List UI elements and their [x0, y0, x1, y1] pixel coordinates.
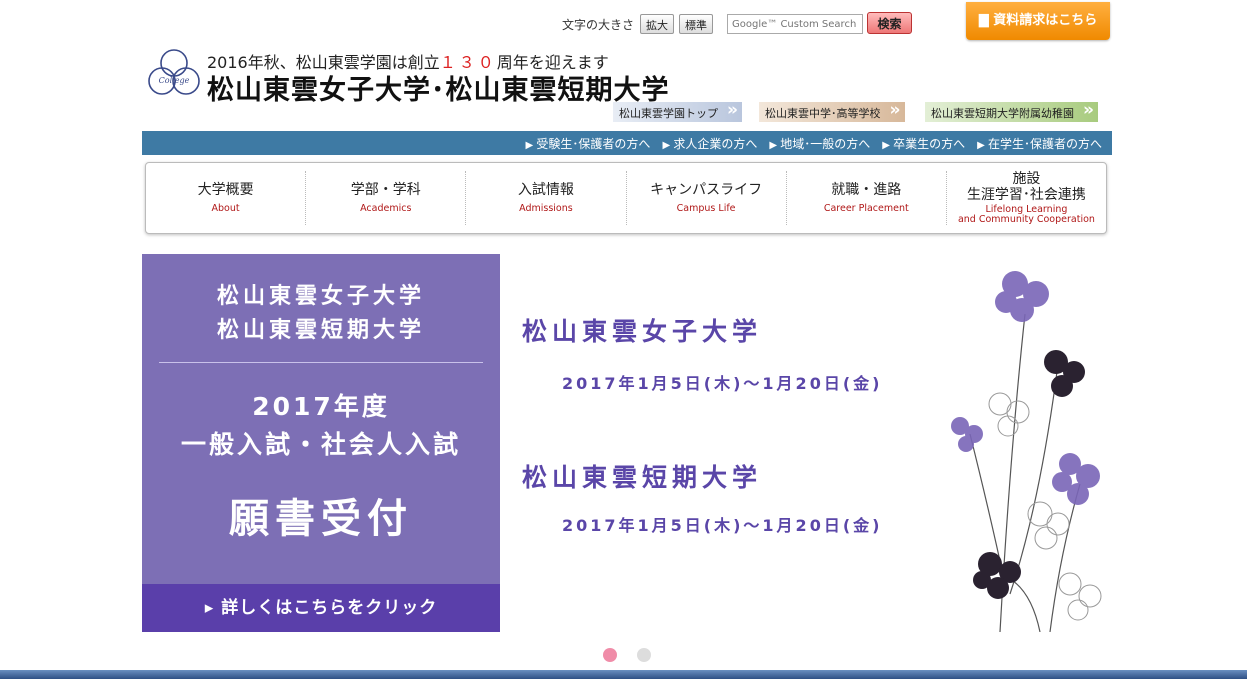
banner-school-1: 松山東雲女子大学 [216, 284, 425, 309]
font-normal-button[interactable]: 標準 [679, 14, 713, 34]
font-enlarge-button[interactable]: 拡大 [640, 14, 674, 34]
nav-lifelong-learning[interactable]: 施設 生涯学習･社会連携 Lifelong Learning and Commu… [947, 171, 1106, 225]
banner-right-panel[interactable]: 松山東雲女子大学 2017年1月5日(木)～1月20日(金) 松山東雲短期大学 … [500, 254, 1110, 632]
audience-bar: 受験生･保護者の方へ 求人企業の方へ 地域･一般の方へ 卒業生の方へ 在学生･保… [142, 131, 1112, 155]
nav-academics-en: Academics [360, 203, 412, 215]
banner-school-names: 松山東雲女子大学 松山東雲短期大学 [142, 280, 500, 348]
nav-admissions-en: Admissions [519, 203, 573, 215]
nav-campus-jp: キャンパスライフ [650, 181, 763, 198]
audience-link-community[interactable]: 地域･一般の方へ [769, 135, 870, 152]
link-gakuen-top[interactable]: 松山東雲学園トップ [613, 100, 742, 122]
banner-exam-title: 2017年度 一般入試・社会人入試 [142, 388, 500, 464]
banner-divider [159, 362, 483, 363]
search-input[interactable] [727, 14, 863, 34]
nav-about[interactable]: 大学概要 About [146, 171, 307, 225]
college-emblem-icon[interactable]: College [146, 46, 202, 102]
banner-date-2: 2017年1月5日(木)～1月20日(金) [562, 516, 883, 535]
banner-date-1: 2017年1月5日(木)～1月20日(金) [562, 374, 883, 393]
os-taskbar [0, 670, 1247, 679]
nav-admissions-jp: 入試情報 [517, 181, 574, 198]
banner-application-accept: 願書受付 [229, 496, 413, 542]
nav-campus-life[interactable]: キャンパスライフ Campus Life [627, 171, 787, 225]
university-name[interactable]: 松山東雲女子大学･松山東雲短期大学 [207, 68, 670, 107]
nav-about-en: About [211, 203, 240, 215]
nav-campus-en: Campus Life [676, 203, 736, 215]
document-icon: ▇ [978, 13, 989, 28]
request-materials-button[interactable]: ▇ 資料請求はこちら [966, 2, 1110, 40]
link-junior-high-school[interactable]: 松山東雲中学･高等学校 [759, 100, 905, 122]
audience-link-applicants[interactable]: 受験生･保護者の方へ [526, 135, 650, 152]
banner-univ-1: 松山東雲女子大学 [522, 317, 763, 346]
banner-exam-type: 一般入試・社会人入試 [180, 430, 461, 459]
audience-link-employers[interactable]: 求人企業の方へ [662, 135, 757, 152]
nav-lifelong-jp2: 生涯学習･社会連携 [966, 187, 1086, 204]
nav-career[interactable]: 就職・進路 Career Placement [787, 171, 947, 225]
search-button[interactable]: 検索 [867, 12, 912, 34]
slide-dot-2[interactable] [637, 648, 651, 662]
nav-career-en: Career Placement [823, 203, 909, 215]
nav-admissions[interactable]: 入試情報 Admissions [466, 171, 627, 225]
link-kindergarten[interactable]: 松山東雲短期大学附属幼稚園 [925, 100, 1098, 122]
banner-details-button[interactable]: ▸ 詳しくはこちらをクリック [142, 584, 500, 632]
slide-dot-1[interactable] [603, 648, 617, 662]
emblem-text: College [159, 76, 190, 85]
nav-about-jp: 大学概要 [197, 181, 254, 198]
nav-lifelong-jp1: 施設 [1012, 170, 1041, 187]
banner-school-2: 松山東雲短期大学 [216, 318, 425, 343]
nav-academics-jp: 学部・学科 [350, 181, 421, 198]
nav-lifelong-en2: and Community Cooperation [957, 214, 1095, 226]
banner-left-panel[interactable]: 松山東雲女子大学 松山東雲短期大学 2017年度 一般入試・社会人入試 願書受付… [142, 254, 500, 632]
nav-career-jp: 就職・進路 [831, 181, 902, 198]
banner-exam-year: 2017年度 [252, 392, 390, 421]
request-button-label: 資料請求はこちら [993, 13, 1098, 28]
main-nav: 大学概要 About 学部・学科 Academics 入試情報 Admissio… [145, 162, 1107, 234]
clover-illustration-icon [951, 271, 1102, 632]
font-size-label: 文字の大きさ [562, 18, 635, 32]
nav-academics[interactable]: 学部・学科 Academics [306, 171, 467, 225]
audience-link-students[interactable]: 在学生･保護者の方へ [977, 135, 1102, 152]
audience-link-alumni[interactable]: 卒業生の方へ [882, 135, 965, 152]
banner-univ-2: 松山東雲短期大学 [522, 463, 763, 492]
